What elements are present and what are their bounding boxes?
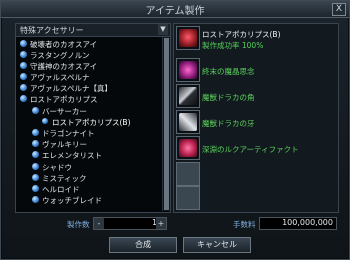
blue-orb-icon [32, 184, 39, 192]
tree-item-class[interactable]: ヘルロイド [16, 183, 162, 194]
recipe-detail-panel: ロストアポカリプス(B) 製作成功率 100% 終末の魔晶思念 魔獣ドラカの角 … [173, 23, 339, 213]
material-name-3: 魔獣ドラカの牙 [202, 119, 255, 128]
fee-value: 100,000,000 [282, 218, 333, 227]
title-bar[interactable]: アイテム製作 X [1, 1, 349, 18]
tree-item-class[interactable]: シャドウ [16, 161, 162, 172]
tree-item-label: ウォッチブレイド [42, 196, 102, 206]
tree-item-category[interactable]: 守護神のカオスアイ [16, 60, 162, 71]
recipe-name: ロストアポカリプス(B) [202, 30, 281, 39]
cancel-button[interactable]: キャンセル [183, 237, 251, 253]
tree-item-label: ミスティック [42, 173, 87, 183]
tree-item-category[interactable]: アヴァルスペルナ【真】 [16, 83, 162, 94]
plus-button[interactable]: + [156, 218, 166, 229]
recipe-tree: 破壊者のカオスアイ ラスタングノルン 守護神のカオスアイ アヴァルスペルナ アヴァルスペ… [16, 38, 162, 206]
combine-button[interactable]: 合成 [109, 237, 177, 253]
quantity-label: 製作数 [67, 220, 90, 229]
recipe-tree-panel: 特殊アクセサリー ▼ 破壊者のカオスアイ ラスタングノルン 守護神のカオスアイ アヴァ… [15, 23, 171, 213]
success-rate: 製作成功率 100% [202, 41, 264, 50]
blue-orb-icon [20, 61, 27, 69]
quantity-stepper[interactable]: - 1 + [93, 217, 167, 230]
close-button[interactable]: X [332, 3, 346, 16]
tree-item-class[interactable]: ドラゴンナイト [16, 128, 162, 139]
category-selected: 特殊アクセサリー [20, 26, 84, 35]
blue-orb-icon [32, 151, 39, 159]
blue-orb-icon [32, 162, 39, 170]
blue-orb-icon [20, 39, 27, 47]
material-name-1: 終末の魔晶思念 [202, 67, 255, 76]
empty-slot-1[interactable] [176, 162, 200, 186]
artifact-icon [179, 139, 197, 157]
material-slot-1[interactable] [176, 58, 200, 82]
tree-scrollbar[interactable] [162, 37, 170, 211]
tree-item-label: ヴァルキリー [42, 140, 87, 150]
tree-item-label: アヴァルスペルナ【真】 [30, 84, 112, 94]
material-name-2: 魔獣ドラカの角 [202, 93, 255, 102]
blue-orb-icon [32, 140, 39, 148]
scrollbar-thumb[interactable] [164, 38, 169, 210]
tree-item-label: ロストアポカリプス [30, 95, 98, 105]
result-slot[interactable] [176, 26, 200, 50]
category-dropdown[interactable]: 特殊アクセサリー ▼ [16, 24, 170, 37]
blue-orb-icon [20, 50, 27, 58]
crafting-window: アイテム製作 X 特殊アクセサリー ▼ 破壊者のカオスアイ ラスタングノルン 守護神… [0, 0, 350, 260]
tree-item-class[interactable]: エレメンタリスト [16, 150, 162, 161]
material-name-4: 深淵のルクアーティファクト [202, 145, 299, 154]
tree-item-category[interactable]: 破壊者のカオスアイ [16, 38, 162, 49]
crystal-thought-icon [179, 61, 197, 79]
tree-item-label: 守護神のカオスアイ [30, 61, 98, 71]
blue-orb-icon [20, 84, 27, 92]
tree-item-label: ヘルロイド [42, 184, 80, 194]
lost-apocalypse-icon [179, 29, 197, 47]
tree-item-class[interactable]: バーサーカー [16, 105, 162, 116]
material-slot-2[interactable] [176, 84, 200, 108]
tree-item-label: 破壊者のカオスアイ [30, 39, 98, 49]
tree-item-label: アヴァルスペルナ [30, 73, 90, 83]
fee-field: 100,000,000 [259, 217, 337, 230]
blue-orb-icon [20, 95, 27, 103]
tree-item-class[interactable]: ミスティック [16, 172, 162, 183]
tree-item-class[interactable]: ヴァルキリー [16, 139, 162, 150]
tree-item-category[interactable]: ロストアポカリプス [16, 94, 162, 105]
tree-item-class[interactable]: ウォッチブレイド [16, 195, 162, 206]
blue-orb-icon [32, 173, 39, 181]
blue-orb-icon [20, 73, 27, 81]
fang-icon [179, 113, 197, 131]
tree-item-recipe[interactable]: ロストアポカリプス(B) [16, 116, 162, 127]
chevron-down-icon[interactable]: ▼ [158, 24, 168, 35]
tree-item-label: ラスタングノルン [30, 50, 90, 60]
blue-orb-icon [32, 129, 39, 136]
tree-item-label: ロストアポカリプス(B) [52, 117, 131, 127]
minus-button[interactable]: - [94, 218, 104, 229]
blue-orb-icon [32, 196, 39, 204]
blue-orb-icon [32, 106, 39, 114]
fee-label: 手数料 [233, 220, 256, 229]
tree-item-label: エレメンタリスト [42, 151, 102, 161]
tree-item-category[interactable]: アヴァルスペルナ [16, 72, 162, 83]
tree-item-category[interactable]: ラスタングノルン [16, 49, 162, 60]
horn-icon [179, 87, 197, 105]
material-slot-3[interactable] [176, 110, 200, 134]
window-title: アイテム製作 [145, 6, 205, 17]
tree-item-label: ドラゴンナイト [42, 129, 95, 138]
tree-item-label: シャドウ [42, 162, 72, 172]
blue-orb-icon [42, 118, 48, 125]
material-slot-4[interactable] [176, 136, 200, 160]
tree-item-label: バーサーカー [42, 106, 87, 116]
empty-slot-2[interactable] [176, 186, 200, 210]
